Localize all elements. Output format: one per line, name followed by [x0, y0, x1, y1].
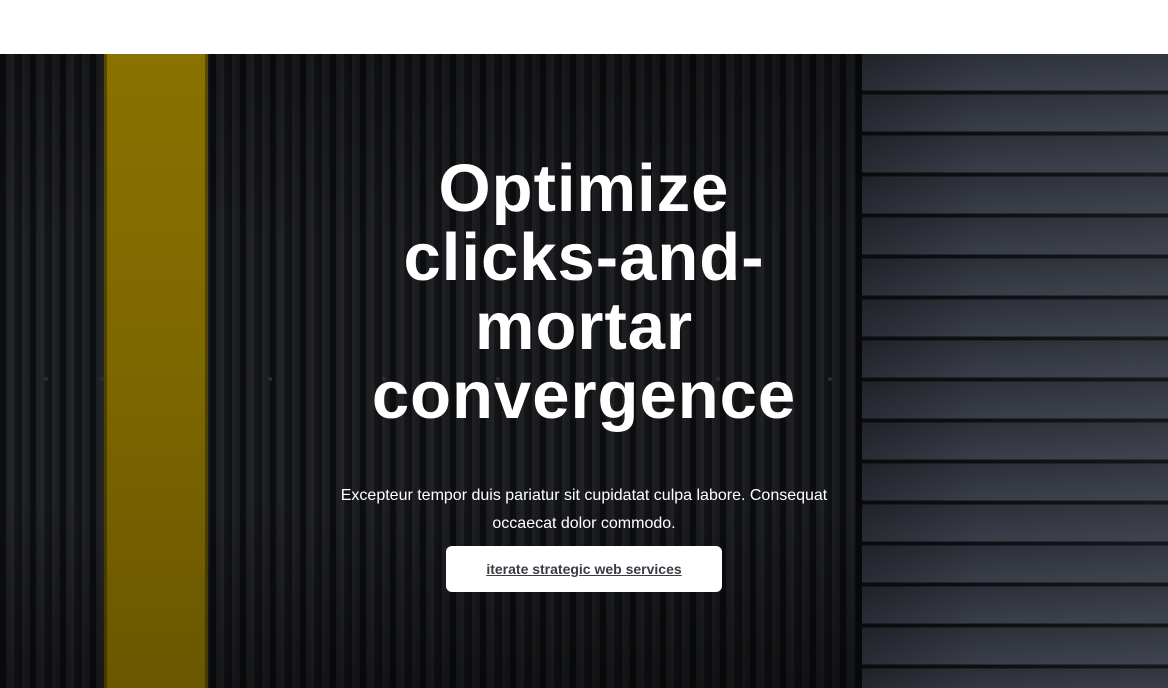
rivet	[100, 377, 104, 381]
background-yellow-stripe	[104, 54, 208, 688]
rivet	[44, 377, 48, 381]
hero-content: Optimize clicks-and-mortar convergence E…	[334, 154, 834, 592]
top-bar	[0, 0, 1168, 54]
hero-headline: Optimize clicks-and-mortar convergence	[371, 151, 797, 433]
cta-button[interactable]: iterate strategic web services	[446, 546, 722, 592]
hero-section: Optimize clicks-and-mortar convergence E…	[0, 54, 1168, 688]
rivet	[268, 377, 272, 381]
hero-subtext: Excepteur tempor duis pariatur sit cupid…	[340, 487, 828, 532]
background-siding-panel	[856, 54, 1168, 688]
